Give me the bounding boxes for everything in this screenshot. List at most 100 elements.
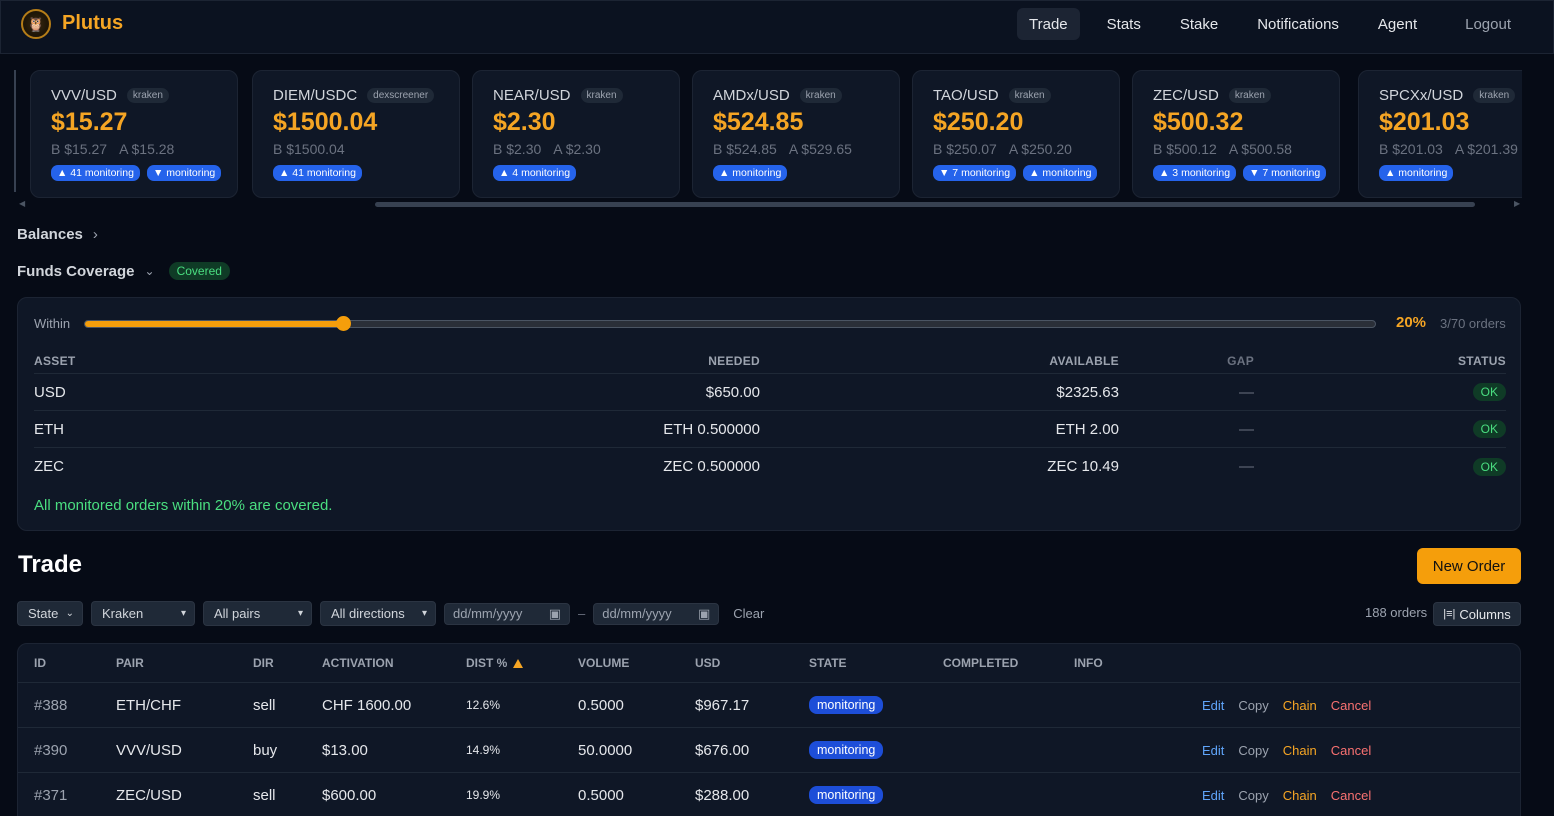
- needed: $650.00: [705, 383, 760, 401]
- new-order-button[interactable]: New Order: [1417, 548, 1521, 584]
- ticker-card[interactable]: ZEC/USD kraken $500.32 B $500.12 A $500.58…: [1132, 70, 1340, 198]
- ticker-bid: B $15.27: [51, 141, 108, 157]
- date-from-input[interactable]: dd/mm/yyyy ▣: [444, 602, 570, 625]
- ticker-strip[interactable]: VVV/USD kraken $15.27 B $15.27 A $15.28 ▲ …: [18, 70, 1522, 200]
- logout-button[interactable]: Logout: [1453, 8, 1523, 40]
- coverage-message: All monitored orders within 20% are cove…: [34, 497, 333, 514]
- date-to-input[interactable]: dd/mm/yyyy ▣: [593, 602, 720, 625]
- clear-filters-button[interactable]: Clear: [733, 606, 764, 621]
- slider-fill: [85, 321, 343, 327]
- ticker-card[interactable]: DIEM/USDC dexscreener $1500.04 B $1500.04…: [252, 70, 460, 198]
- nav-trade[interactable]: Trade: [1017, 8, 1080, 40]
- calendar-icon[interactable]: ▣: [549, 606, 561, 622]
- columns-button[interactable]: |≡| Columns: [1433, 602, 1521, 626]
- order-activation: $13.00: [322, 741, 368, 759]
- ticker-price: $524.85: [713, 108, 804, 136]
- coverage-row: ETH ETH 0.500000 ETH 2.00 — OK: [34, 411, 1506, 448]
- nav-notifications[interactable]: Notifications: [1245, 8, 1351, 40]
- funds-coverage-toggle[interactable]: Funds Coverage ⌄ Covered: [17, 262, 230, 280]
- scroll-left-arrow-icon[interactable]: ◀: [19, 199, 25, 208]
- cancel-link[interactable]: Cancel: [1331, 788, 1371, 803]
- balances-label: Balances: [17, 226, 83, 243]
- col-volume[interactable]: VOLUME: [578, 644, 629, 682]
- col-pair[interactable]: PAIR: [116, 644, 144, 682]
- col-usd[interactable]: USD: [695, 644, 720, 682]
- monitoring-chip[interactable]: ▲ 41 monitoring: [51, 165, 140, 181]
- col-id[interactable]: ID: [34, 644, 46, 682]
- within-slider[interactable]: [84, 316, 1376, 331]
- ticker-bid: B $1500.04: [273, 141, 345, 157]
- order-dist: 12.6%: [466, 698, 501, 712]
- col-state[interactable]: STATE: [809, 644, 847, 682]
- monitoring-chip[interactable]: ▲ monitoring: [713, 165, 788, 181]
- calendar-icon[interactable]: ▣: [698, 606, 710, 622]
- col-completed[interactable]: COMPLETED: [943, 644, 1018, 682]
- ticker-bid: B $524.85: [713, 141, 777, 157]
- edit-link[interactable]: Edit: [1202, 743, 1224, 758]
- monitoring-chip[interactable]: ▼ 7 monitoring: [1243, 165, 1327, 181]
- copy-link[interactable]: Copy: [1238, 698, 1268, 713]
- monitoring-chip[interactable]: ▲ monitoring: [1023, 165, 1098, 181]
- col-info[interactable]: INFO: [1074, 644, 1103, 682]
- order-state-cell: monitoring: [809, 728, 884, 772]
- monitoring-chip[interactable]: ▲ 4 monitoring: [493, 165, 577, 181]
- gap: —: [1239, 420, 1254, 438]
- status-cell: OK: [1254, 457, 1506, 476]
- ticker-card[interactable]: VVV/USD kraken $15.27 B $15.27 A $15.28 ▲ …: [30, 70, 238, 198]
- monitoring-chip[interactable]: ▼ 7 monitoring: [933, 165, 1017, 181]
- directions-select-value: All directions: [331, 606, 405, 621]
- monitoring-chip[interactable]: ▲ 41 monitoring: [273, 165, 362, 181]
- col-status: STATUS: [1457, 353, 1506, 368]
- ticker-scrollbar[interactable]: [375, 202, 1475, 207]
- chain-link[interactable]: Chain: [1283, 698, 1317, 713]
- chain-link[interactable]: Chain: [1283, 788, 1317, 803]
- cancel-link[interactable]: Cancel: [1331, 743, 1371, 758]
- copy-link[interactable]: Copy: [1238, 788, 1268, 803]
- scroll-right-arrow-icon[interactable]: ▶: [1514, 199, 1520, 208]
- edit-link[interactable]: Edit: [1202, 698, 1224, 713]
- pairs-select[interactable]: All pairs ▾: [203, 601, 312, 626]
- owl-logo-icon[interactable]: 🦉: [21, 9, 51, 39]
- balances-toggle[interactable]: Balances ›: [17, 226, 98, 243]
- col-activation[interactable]: ACTIVATION: [322, 644, 394, 682]
- orders-table: ID PAIR DIR ACTIVATION DIST % VOLUME USD…: [17, 643, 1521, 816]
- nav-agent[interactable]: Agent: [1366, 8, 1429, 40]
- copy-link[interactable]: Copy: [1238, 743, 1268, 758]
- monitoring-chip[interactable]: ▲ 3 monitoring: [1153, 165, 1237, 181]
- col-dir[interactable]: DIR: [253, 644, 274, 682]
- ticker-card[interactable]: NEAR/USD kraken $2.30 B $2.30 A $2.30 ▲ 4 …: [472, 70, 680, 198]
- ticker-ask: A $201.39: [1454, 141, 1518, 157]
- top-navbar: 🦉 Plutus Trade Stats Stake Notifications…: [0, 0, 1554, 54]
- monitoring-chip[interactable]: ▼ monitoring: [146, 165, 222, 181]
- slider-thumb[interactable]: [336, 316, 351, 331]
- state-filter[interactable]: State ⌄: [17, 601, 83, 626]
- ticker-left-edge: [14, 70, 16, 192]
- columns-icon: |≡|: [1443, 608, 1456, 620]
- ticker-card[interactable]: AMDx/USD kraken $524.85 B $524.85 A $529.6…: [692, 70, 900, 198]
- exchange-select[interactable]: Kraken ▾: [91, 601, 195, 626]
- coverage-table-header: ASSET NEEDED AVAILABLE GAP STATUS: [34, 348, 1506, 374]
- directions-select[interactable]: All directions ▾: [320, 601, 436, 626]
- col-dist[interactable]: DIST %: [466, 644, 524, 682]
- nav-stats[interactable]: Stats: [1095, 8, 1153, 40]
- table-row[interactable]: #388 ETH/CHF sell CHF 1600.00 12.6% 0.50…: [18, 683, 1520, 728]
- ticker-price: $2.30: [493, 108, 556, 136]
- cancel-link[interactable]: Cancel: [1331, 698, 1371, 713]
- table-row[interactable]: #390 VVV/USD buy $13.00 14.9% 50.0000 $6…: [18, 728, 1520, 773]
- table-row[interactable]: #371 ZEC/USD sell $600.00 19.9% 0.5000 $…: [18, 773, 1520, 816]
- chevron-down-icon: ⌄: [65, 608, 74, 619]
- order-usd: $288.00: [695, 786, 750, 804]
- chain-link[interactable]: Chain: [1283, 743, 1317, 758]
- order-dist: 14.9%: [466, 743, 501, 757]
- edit-link[interactable]: Edit: [1202, 788, 1224, 803]
- col-available: AVAILABLE: [1049, 353, 1119, 368]
- ticker-card[interactable]: SPCXx/USD kraken $201.03 B $201.03 A $201.…: [1358, 70, 1522, 198]
- asset: USD: [34, 383, 66, 401]
- monitoring-chip[interactable]: ▲ monitoring: [1379, 165, 1454, 181]
- nav-stake[interactable]: Stake: [1168, 8, 1230, 40]
- ticker-pair: NEAR/USD: [493, 87, 571, 104]
- col-gap: GAP: [1227, 353, 1254, 368]
- order-dir: sell: [253, 696, 276, 714]
- ticker-card[interactable]: TAO/USD kraken $250.20 B $250.07 A $250.20…: [912, 70, 1120, 198]
- app-name[interactable]: Plutus: [62, 12, 123, 35]
